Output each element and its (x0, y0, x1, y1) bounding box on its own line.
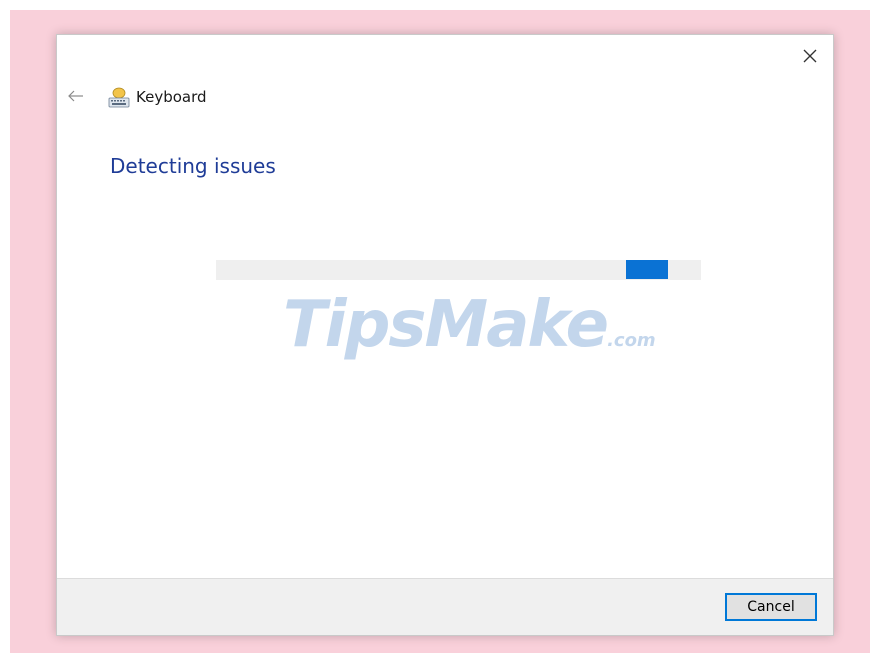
progress-indicator (626, 260, 668, 279)
keyboard-icon (108, 87, 130, 108)
watermark: TipsMake.com (283, 293, 656, 357)
dialog-footer: Cancel (57, 578, 833, 635)
watermark-text: TipsMake (283, 288, 609, 362)
app-title: Keyboard (136, 88, 207, 106)
back-button[interactable] (65, 85, 87, 107)
watermark-suffix: .com (607, 330, 656, 351)
cancel-button[interactable]: Cancel (725, 593, 817, 621)
close-icon (803, 49, 817, 63)
app-header: Keyboard (107, 85, 207, 109)
back-arrow-icon (68, 90, 83, 102)
troubleshooter-dialog: Keyboard Detecting issues TipsMake.com C… (56, 34, 834, 636)
progress-bar (216, 260, 701, 280)
page-heading: Detecting issues (110, 154, 276, 178)
close-button[interactable] (795, 41, 825, 71)
